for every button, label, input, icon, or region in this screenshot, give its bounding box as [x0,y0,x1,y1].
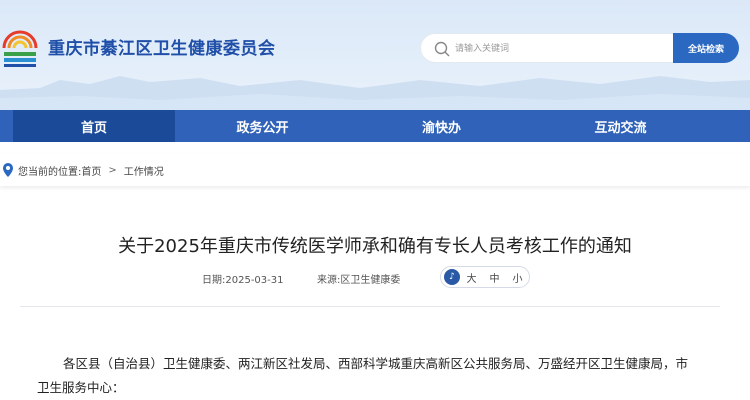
read-aloud-icon[interactable]: ♪ [444,269,460,285]
source-label: 来源: [317,275,341,286]
breadcrumb-prefix: 您当前的位置: [18,166,82,178]
search-icon [434,41,450,57]
article-body: 各区县（自治县）卫生健康委、两江新区社发局、西部科学城重庆高新区公共服务局、万盛… [37,356,689,395]
article-date: 日期:2025-03-31 [202,271,284,286]
government-emblem-icon [2,30,38,67]
date-value: 2025-03-31 [225,275,284,286]
font-size-medium[interactable]: 中 [483,270,506,285]
content-divider [20,306,720,307]
main-nav: 首页 政务公开 渝快办 互动交流 [0,110,750,142]
breadcrumb: 您当前的位置: 首页 > 工作情况 [0,154,750,186]
date-label: 日期: [202,275,226,286]
font-size-small[interactable]: 小 [506,270,529,285]
search-input[interactable] [455,38,665,60]
nav-item-yukuaiban[interactable]: 渝快办 [350,110,533,142]
font-size-control: ♪ 大 中 小 [440,266,530,288]
nav-item-government-affairs[interactable]: 政务公开 [175,110,350,142]
site-title[interactable]: 重庆市綦江区卫生健康委员会 [48,34,276,59]
font-size-large[interactable]: 大 [460,270,483,285]
site-header: 重庆市綦江区卫生健康委员会 全站检索 [0,0,750,110]
article-source: 来源:区卫生健康委 [317,271,400,286]
article-title: 关于2025年重庆市传统医学师承和确有专长人员考核工作的通知 [118,236,632,257]
breadcrumb-separator: > [108,164,117,176]
source-value: 区卫生健康委 [340,275,401,286]
breadcrumb-item-home[interactable]: 首页 [81,163,101,178]
breadcrumb-item-work-status[interactable]: 工作情况 [124,163,164,178]
nav-item-interaction[interactable]: 互动交流 [533,110,708,142]
article-meta: 日期:2025-03-31 来源:区卫生健康委 ♪ 大 中 小 [0,266,750,288]
site-search-button[interactable]: 全站检索 [673,33,739,63]
nav-item-home[interactable]: 首页 [13,110,175,142]
location-pin-icon [3,163,13,177]
search-box [420,33,673,63]
